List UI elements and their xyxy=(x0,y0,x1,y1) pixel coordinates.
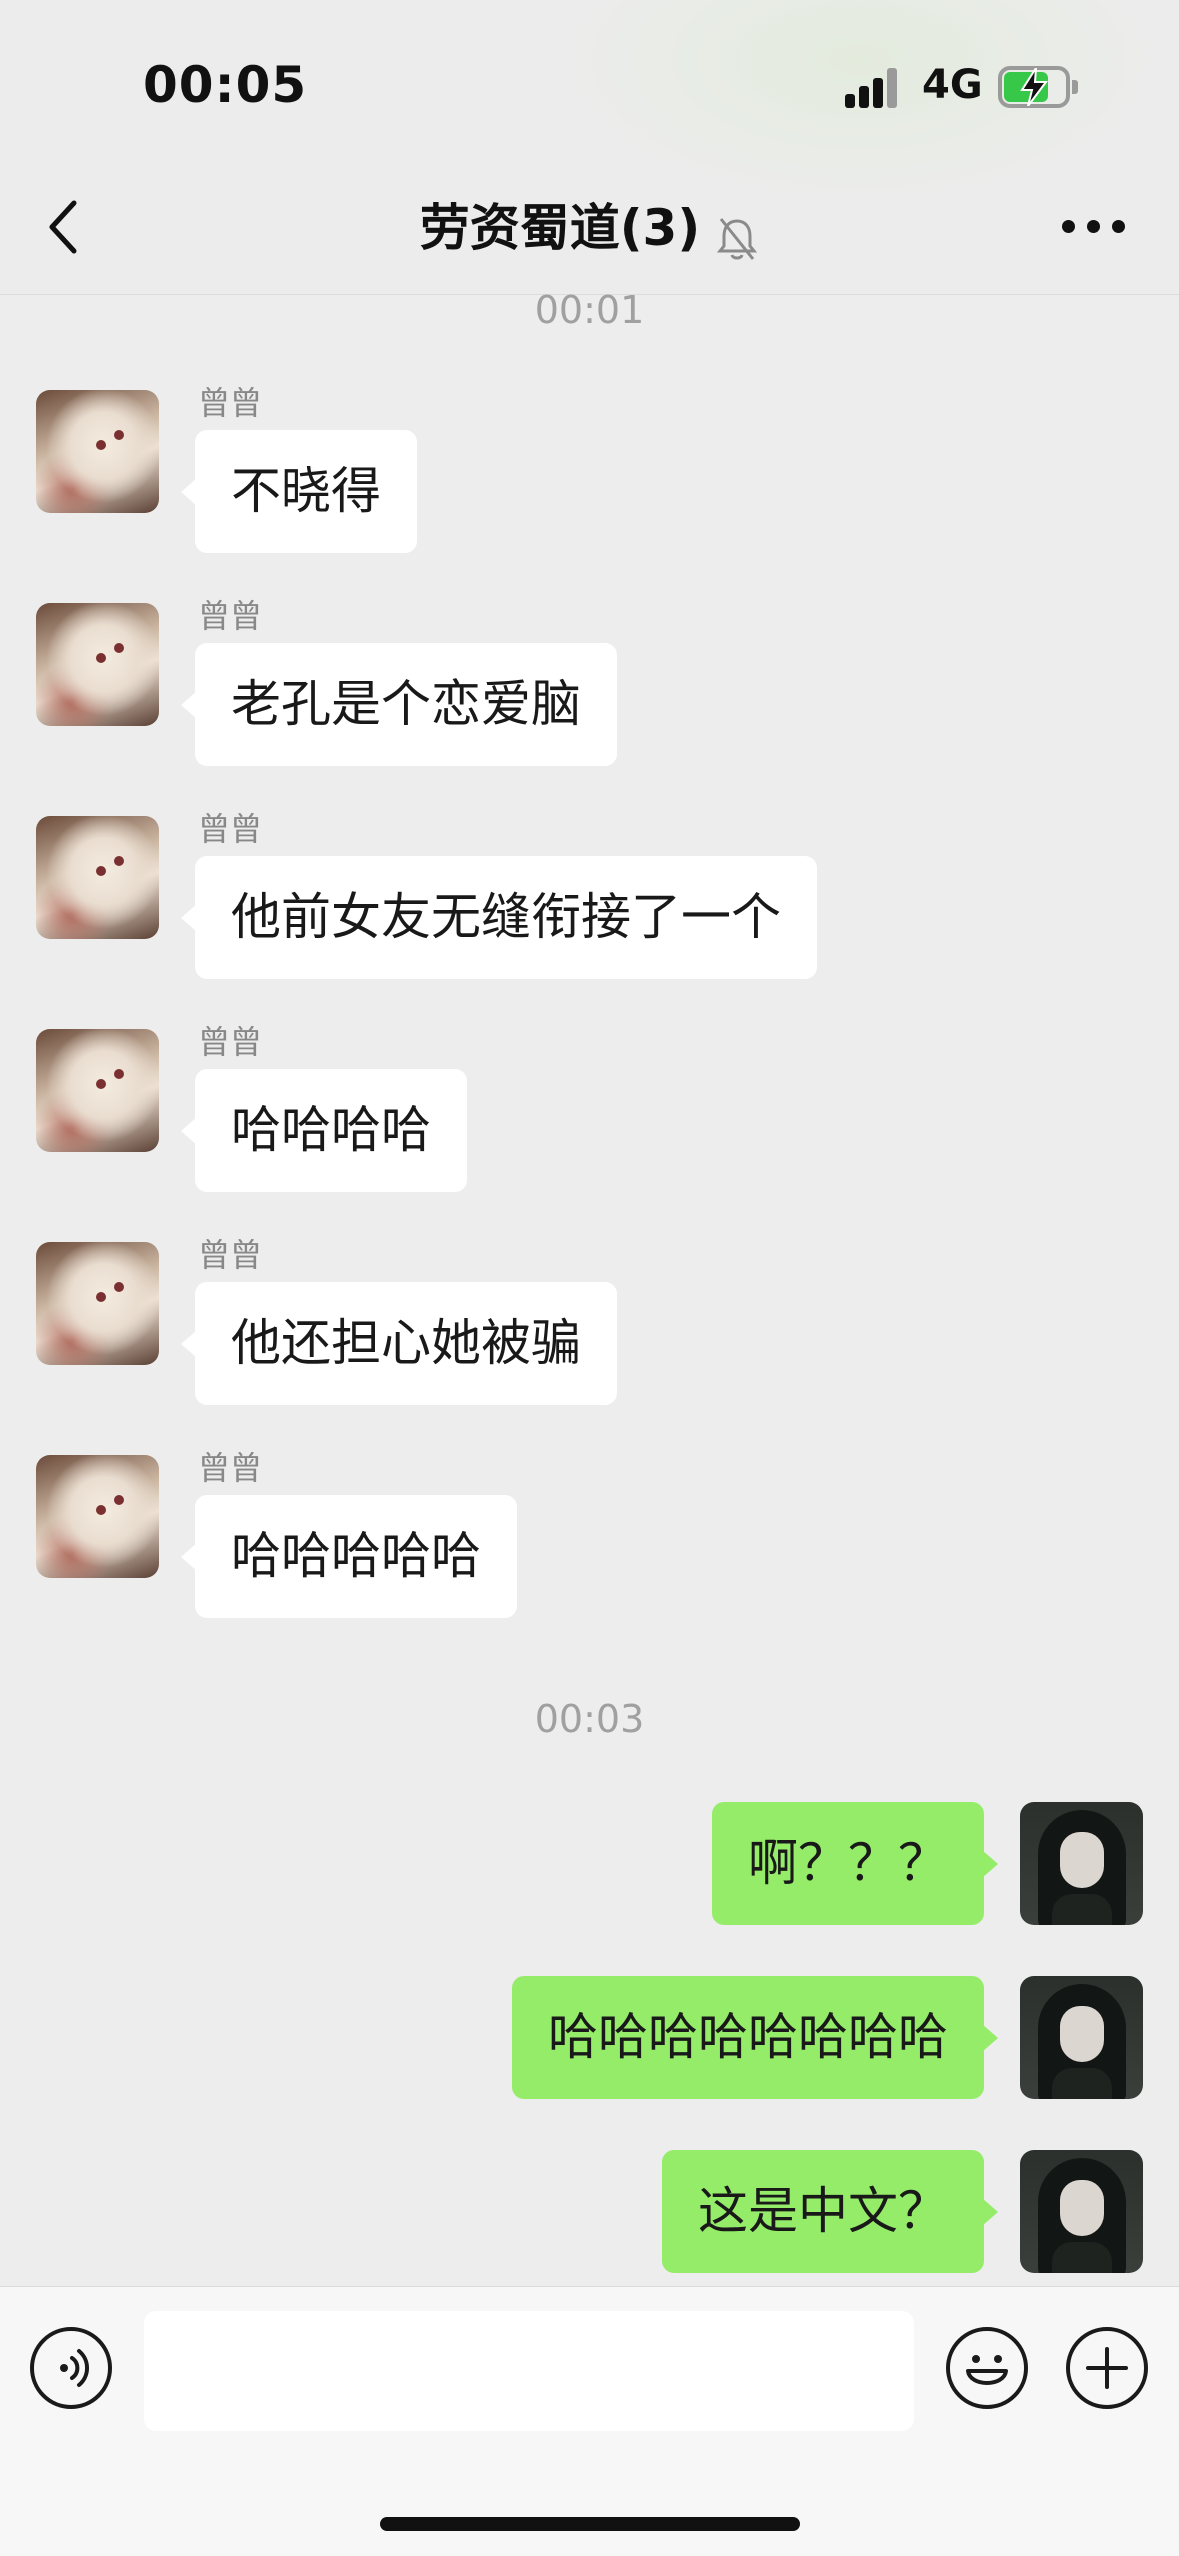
avatar[interactable] xyxy=(1020,1976,1143,2099)
sender-name: 曾曾 xyxy=(198,810,263,848)
message-bubble-outgoing[interactable]: 啊？？？ xyxy=(712,1802,998,1925)
sender-name: 曾曾 xyxy=(198,597,263,635)
more-icon[interactable] xyxy=(1062,220,1126,234)
avatar[interactable] xyxy=(1020,2150,1143,2273)
voice-icon[interactable] xyxy=(30,2327,112,2409)
top-bar: 00:05 4G 劳资蜀道(3) xyxy=(0,0,1179,295)
mute-bell-icon xyxy=(715,215,759,267)
message-bubble[interactable]: 哈哈哈哈 xyxy=(181,1069,467,1192)
status-time: 00:05 xyxy=(143,56,308,114)
message-bubble[interactable]: 哈哈哈哈哈 xyxy=(181,1495,517,1618)
timestamp: 00:03 xyxy=(534,1697,645,1741)
emoji-icon[interactable] xyxy=(946,2327,1028,2409)
message-bubble[interactable]: 老孔是个恋爱脑 xyxy=(181,643,617,766)
message-bubble-outgoing[interactable]: 这是中文？ xyxy=(662,2150,998,2273)
network-type: 4G xyxy=(922,62,983,108)
avatar[interactable] xyxy=(36,390,159,513)
avatar[interactable] xyxy=(1020,1802,1143,1925)
message-bubble[interactable]: 不晓得 xyxy=(181,430,417,553)
battery-charging-icon xyxy=(998,66,1078,108)
message-input[interactable] xyxy=(144,2311,914,2431)
message-bubble[interactable]: 他还担心她被骗 xyxy=(181,1282,617,1405)
message-bubble[interactable]: 他前女友无缝衔接了一个 xyxy=(181,856,817,979)
timestamp: 00:01 xyxy=(534,288,645,332)
signal-icon xyxy=(845,68,905,108)
input-bar xyxy=(0,2286,1179,2556)
sender-name: 曾曾 xyxy=(198,1023,263,1061)
avatar[interactable] xyxy=(36,1455,159,1578)
chat-title[interactable]: 劳资蜀道(3) xyxy=(420,199,701,257)
sender-name: 曾曾 xyxy=(198,1449,263,1487)
avatar[interactable] xyxy=(36,1242,159,1365)
chat-screen: 00:05 4G 劳资蜀道(3) 00:01 曾曾 不晓得 曾曾 老孔是个恋爱脑… xyxy=(0,0,1179,2556)
plus-icon[interactable] xyxy=(1066,2327,1148,2409)
avatar[interactable] xyxy=(36,603,159,726)
sender-name: 曾曾 xyxy=(198,384,263,422)
home-indicator[interactable] xyxy=(380,2517,800,2531)
header: 劳资蜀道(3) xyxy=(0,188,1179,267)
message-bubble-outgoing[interactable]: 哈哈哈哈哈哈哈哈 xyxy=(512,1976,998,2099)
avatar[interactable] xyxy=(36,1029,159,1152)
sender-name: 曾曾 xyxy=(198,1236,263,1274)
avatar[interactable] xyxy=(36,816,159,939)
